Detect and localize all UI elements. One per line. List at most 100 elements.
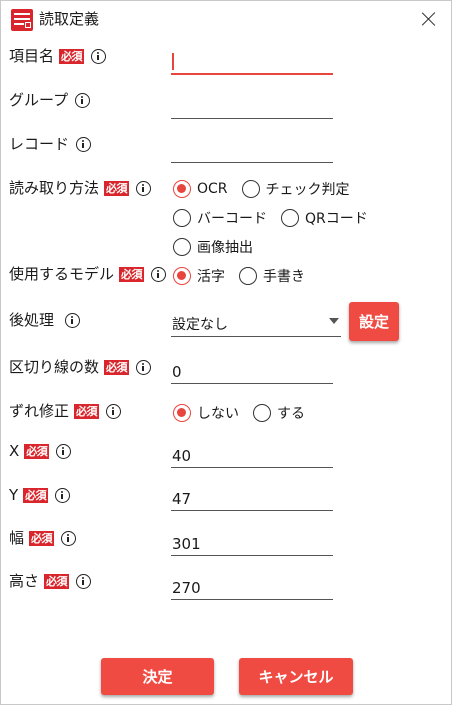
info-icon[interactable] [56,443,72,459]
postprocess-label: 後処理 [9,311,55,329]
radio-skew-off[interactable]: しない [173,403,239,423]
record-field[interactable] [171,135,333,163]
radio-qrcode-label: QRコード [305,211,368,227]
radio-check-judge[interactable]: チェック判定 [241,179,350,199]
info-icon[interactable] [136,359,152,375]
radio-circle [173,267,191,285]
width-field[interactable] [171,528,333,556]
required-badge: 必須 [104,359,130,375]
info-icon[interactable] [65,312,81,328]
radio-skew-on[interactable]: する [253,403,305,423]
model-label-row: 使用するモデル 必須 [9,264,167,284]
skew-label: ずれ修正 [9,402,70,420]
radio-circle [173,209,191,227]
info-icon[interactable] [106,403,122,419]
model-label: 使用するモデル [9,265,115,283]
radio-check-judge-label: チェック判定 [265,182,350,198]
width-input[interactable] [171,528,333,555]
required-badge: 必須 [59,48,85,64]
item-name-label-row: 項目名 必須 [9,46,107,66]
model-group: 活字 手書き [173,266,305,286]
required-badge: 必須 [23,487,49,503]
radio-image-extract[interactable]: 画像抽出 [173,237,253,257]
y-field[interactable] [171,483,333,511]
required-badge: 必須 [104,180,130,196]
threshold-label-row: 区切り線の数 必須 [9,357,152,377]
read-method-group-row2: バーコード QRコード [173,208,368,228]
width-label-row: 幅 必須 [9,528,77,548]
radio-printed[interactable]: 活字 [173,266,225,286]
item-name-label: 項目名 [9,47,55,65]
x-label: X [9,442,20,460]
info-icon[interactable] [76,573,92,589]
x-label-row: X 必須 [9,441,72,461]
app-logo-icon [11,9,33,31]
postprocess-select[interactable]: 設定なし [171,307,341,337]
read-method-group: OCR チェック判定 [173,179,350,199]
radio-printed-label: 活字 [197,269,225,285]
required-badge: 必須 [24,443,50,459]
group-input[interactable] [171,91,333,118]
radio-ocr-label: OCR [197,181,228,197]
item-name-field[interactable] [171,47,333,75]
info-icon[interactable] [55,487,71,503]
read-method-label: 読み取り方法 [9,179,100,197]
y-label-row: Y 必須 [9,485,71,505]
height-label-row: 高さ 必須 [9,571,92,591]
skew-label-row: ずれ修正 必須 [9,401,122,421]
record-label: レコード [9,135,70,153]
y-label: Y [9,486,19,504]
record-label-row: レコード [9,134,92,154]
radio-image-extract-label: 画像抽出 [197,240,253,256]
threshold-label: 区切り線の数 [9,358,100,376]
info-icon[interactable] [91,48,107,64]
radio-ocr[interactable]: OCR [173,180,228,198]
item-name-input[interactable] [171,47,333,73]
width-label: 幅 [9,529,25,547]
settings-button[interactable]: 設定 [349,302,399,341]
radio-qrcode[interactable]: QRコード [281,208,368,228]
y-input[interactable] [171,483,333,510]
threshold-field[interactable] [171,356,333,384]
skew-group: しない する [173,403,305,423]
height-input[interactable] [171,572,333,599]
threshold-input[interactable] [171,356,333,383]
chevron-down-icon [329,318,339,324]
radio-circle [173,180,191,198]
window-title: 読取定義 [39,10,100,28]
text-caret [172,53,174,70]
info-icon[interactable] [151,266,167,282]
radio-barcode[interactable]: バーコード [173,208,267,228]
close-icon[interactable] [419,9,439,29]
radio-circle [239,267,257,285]
x-field[interactable] [171,440,333,468]
radio-circle [173,404,191,422]
read-method-label-row: 読み取り方法 必須 [9,178,152,198]
title-bar: 読取定義 [1,1,451,37]
radio-handwritten-label: 手書き [263,269,305,285]
cancel-button[interactable]: キャンセル [239,658,353,695]
radio-circle [173,238,191,256]
group-field[interactable] [171,91,333,119]
radio-skew-off-label: しない [197,406,239,422]
read-method-group-row3: 画像抽出 [173,237,253,257]
record-input[interactable] [171,135,333,162]
radio-barcode-label: バーコード [197,211,267,227]
postprocess-value: 設定なし [172,317,228,333]
radio-handwritten[interactable]: 手書き [239,266,305,286]
height-field[interactable] [171,572,333,600]
ok-button[interactable]: 決定 [101,658,214,695]
required-badge: 必須 [29,530,55,546]
required-badge: 必須 [44,573,70,589]
radio-skew-on-label: する [277,406,305,422]
info-icon[interactable] [136,180,152,196]
postprocess-label-row: 後処理 [9,310,81,330]
info-icon[interactable] [76,136,92,152]
info-icon[interactable] [75,92,91,108]
required-badge: 必須 [119,266,145,282]
info-icon[interactable] [61,530,77,546]
x-input[interactable] [171,440,333,467]
group-label: グループ [9,91,69,109]
radio-circle [281,209,299,227]
radio-circle [241,180,260,198]
